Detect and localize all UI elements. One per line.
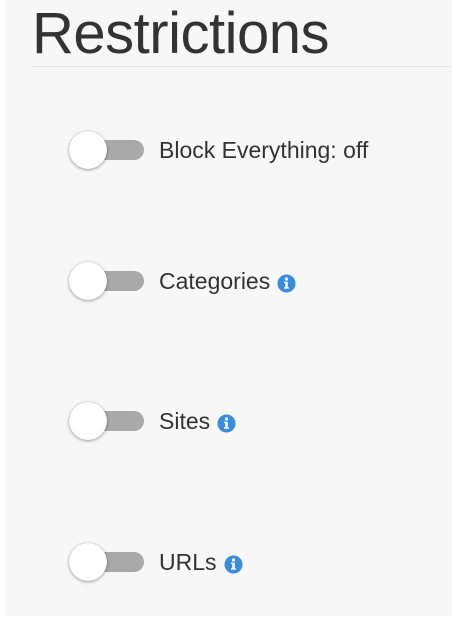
- restriction-row-urls: URLs: [68, 542, 243, 582]
- categories-label: Categories: [159, 267, 271, 294]
- page-title: Restrictions: [32, 1, 329, 66]
- restriction-row-categories: Categories: [68, 261, 296, 301]
- categories-info-icon[interactable]: [277, 274, 296, 293]
- urls-info-icon[interactable]: [224, 555, 243, 574]
- categories-toggle[interactable]: [68, 261, 144, 301]
- toggle-knob: [69, 402, 107, 440]
- sites-toggle[interactable]: [68, 401, 144, 441]
- sites-label: Sites: [159, 407, 211, 434]
- title-divider: [32, 66, 452, 67]
- block-everything-label: Block Everything: off: [159, 136, 369, 163]
- restrictions-panel: Restrictions Block Everything: off Categ…: [5, 0, 452, 616]
- toggle-knob: [69, 543, 107, 581]
- toggle-knob: [69, 131, 107, 169]
- restriction-row-sites: Sites: [68, 401, 236, 441]
- sites-info-icon[interactable]: [217, 414, 236, 433]
- restriction-row-block-everything: Block Everything: off: [68, 130, 368, 170]
- toggle-knob: [69, 262, 107, 300]
- urls-label: URLs: [159, 548, 217, 575]
- block-everything-toggle[interactable]: [68, 130, 144, 170]
- urls-toggle[interactable]: [68, 542, 144, 582]
